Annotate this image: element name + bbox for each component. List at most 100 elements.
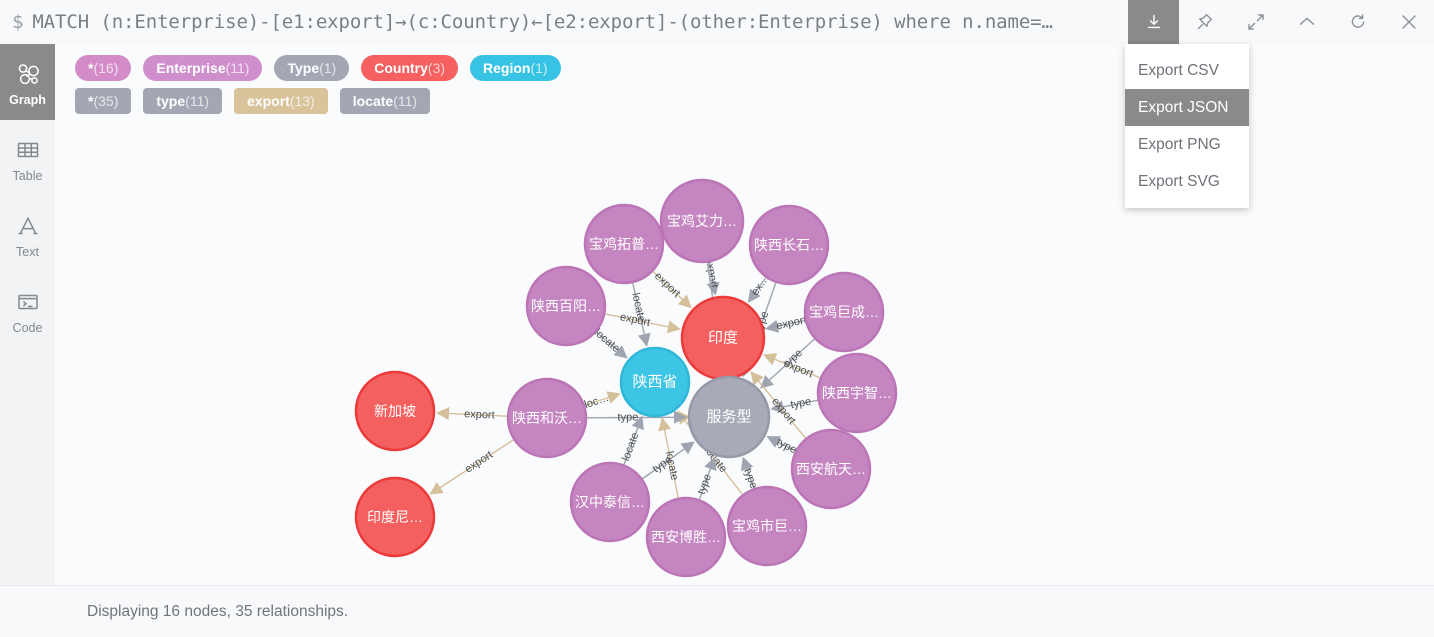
- collapse-icon[interactable]: [1281, 0, 1332, 44]
- window-controls: [1128, 0, 1434, 44]
- graph-edge[interactable]: [438, 439, 514, 490]
- graph-node-circle[interactable]: [525, 265, 607, 347]
- label-chip-Region[interactable]: Region(1): [470, 55, 561, 81]
- graph-node-circle[interactable]: [680, 295, 766, 381]
- query-input[interactable]: $ MATCH (n:Enterprise)-[e1:export]→(c:Co…: [0, 0, 1128, 44]
- relationship-chip-type[interactable]: type(11): [143, 88, 223, 114]
- export-menu-item-svg[interactable]: Export SVG: [1125, 163, 1249, 200]
- graph-edge[interactable]: [446, 412, 508, 417]
- label-chip-all[interactable]: *(16): [75, 55, 132, 81]
- graph-node-circle[interactable]: [659, 178, 745, 264]
- graph-edge[interactable]: [595, 331, 620, 353]
- relationship-chip-locate[interactable]: locate(11): [339, 88, 431, 114]
- sidebar-item-graph[interactable]: Graph: [0, 44, 55, 120]
- graph-node[interactable]: 汉中泰信…: [569, 461, 651, 543]
- graph-node[interactable]: 印度: [680, 295, 766, 381]
- chip-count: (1): [530, 60, 548, 76]
- text-icon: [15, 210, 41, 242]
- chip-count: (3): [427, 60, 446, 76]
- graph-node[interactable]: 西安航天…: [790, 428, 872, 510]
- graph-edge[interactable]: [632, 282, 646, 337]
- graph-node-circle[interactable]: [816, 352, 898, 434]
- export-dropdown-menu[interactable]: Export CSV Export JSON Export PNG Export SV…: [1125, 44, 1249, 208]
- view-sidebar: Graph Table Text Code: [0, 44, 55, 585]
- graph-edge[interactable]: [698, 466, 712, 500]
- graph-edge[interactable]: [772, 357, 821, 379]
- sidebar-item-code-label: Code: [12, 320, 43, 335]
- graph-node[interactable]: 印度尼…: [354, 476, 436, 558]
- chip-name: Enterprise: [156, 60, 226, 76]
- close-icon[interactable]: [1383, 0, 1434, 44]
- expand-icon[interactable]: [1230, 0, 1281, 44]
- graph-node[interactable]: 新加坡: [354, 370, 436, 452]
- graph-edge-arrow: [680, 441, 695, 455]
- graph-node-circle[interactable]: [803, 271, 885, 353]
- export-menu-item-json[interactable]: Export JSON: [1125, 89, 1249, 126]
- graph-node[interactable]: 陕西宇智…: [816, 352, 898, 434]
- graph-edge[interactable]: [775, 319, 806, 328]
- graph-node[interactable]: 宝鸡拓普…: [583, 203, 665, 285]
- chip-name: Type: [287, 60, 320, 76]
- graph-edge[interactable]: [775, 440, 796, 452]
- graph-node[interactable]: 宝鸡巨成…: [803, 271, 885, 353]
- chip-count: (11): [185, 93, 210, 109]
- graph-edge[interactable]: [605, 313, 671, 328]
- graph-edge-arrow: [765, 319, 780, 333]
- graph-node-circle[interactable]: [790, 428, 872, 510]
- graph-edge-arrow: [658, 417, 671, 432]
- label-chip-Enterprise[interactable]: Enterprise(11): [143, 55, 263, 81]
- graph-node[interactable]: 陕西和沃…: [506, 377, 588, 459]
- relationship-chip-all[interactable]: *(35): [75, 88, 132, 114]
- sidebar-item-graph-label: Graph: [9, 92, 46, 107]
- graph-node[interactable]: 陕西长石…: [748, 204, 830, 286]
- graph-node[interactable]: 陕西百阳…: [525, 265, 607, 347]
- graph-node[interactable]: 陕西省: [619, 346, 691, 418]
- graph-edge[interactable]: [623, 425, 640, 465]
- graph-node-circle[interactable]: [748, 204, 830, 286]
- graph-node-circle[interactable]: [619, 346, 691, 418]
- graph-node[interactable]: 宝鸡艾力…: [659, 178, 745, 264]
- graph-edge-arrow: [706, 281, 720, 296]
- graph-edge[interactable]: [584, 396, 611, 407]
- sidebar-item-table-label: Table: [12, 168, 43, 183]
- graph-edge[interactable]: [780, 399, 818, 408]
- graph-node[interactable]: 宝鸡市巨…: [726, 485, 808, 567]
- graph-node-circle[interactable]: [583, 203, 665, 285]
- graph-edge[interactable]: [745, 466, 755, 489]
- download-icon[interactable]: [1128, 0, 1179, 44]
- chip-count: (16): [93, 60, 119, 76]
- graph-icon: [15, 58, 41, 90]
- sidebar-item-text-label: Text: [16, 244, 39, 259]
- code-icon: [15, 286, 41, 318]
- graph-node-circle[interactable]: [687, 375, 771, 459]
- graph-edge-arrow: [740, 456, 754, 472]
- graph-edge[interactable]: [642, 447, 687, 480]
- graph-node-circle[interactable]: [645, 496, 727, 578]
- chip-count: (1): [319, 60, 337, 76]
- sidebar-item-table[interactable]: Table: [0, 120, 55, 196]
- label-chip-Type[interactable]: Type(1): [274, 55, 350, 81]
- graph-node-circle[interactable]: [726, 485, 808, 567]
- label-chip-Country[interactable]: Country(3): [361, 55, 459, 81]
- chip-name: export: [247, 93, 290, 109]
- export-menu-item-png[interactable]: Export PNG: [1125, 126, 1249, 163]
- export-menu-item-csv[interactable]: Export CSV: [1125, 52, 1249, 89]
- graph-edge[interactable]: [753, 277, 767, 295]
- relationship-chip-export[interactable]: export(13): [234, 88, 328, 114]
- sidebar-item-text[interactable]: Text: [0, 196, 55, 272]
- query-prompt: $: [12, 11, 24, 33]
- graph-edge-arrow: [613, 345, 628, 359]
- sidebar-item-code[interactable]: Code: [0, 272, 55, 348]
- graph-node-circle[interactable]: [506, 377, 588, 459]
- graph-node-circle[interactable]: [354, 476, 436, 558]
- pin-icon[interactable]: [1179, 0, 1230, 44]
- graph-node-circle[interactable]: [569, 461, 651, 543]
- graph-edge[interactable]: [652, 271, 685, 302]
- graph-node-circle[interactable]: [354, 370, 436, 452]
- refresh-icon[interactable]: [1332, 0, 1383, 44]
- status-text: Displaying 16 nodes, 35 relationships.: [87, 602, 349, 620]
- graph-node[interactable]: 西安博胜…: [645, 496, 727, 578]
- graph-edge[interactable]: [663, 427, 679, 498]
- graph-result-window: $ MATCH (n:Enterprise)-[e1:export]→(c:Co…: [0, 0, 1434, 637]
- graph-node[interactable]: 服务型: [687, 375, 771, 459]
